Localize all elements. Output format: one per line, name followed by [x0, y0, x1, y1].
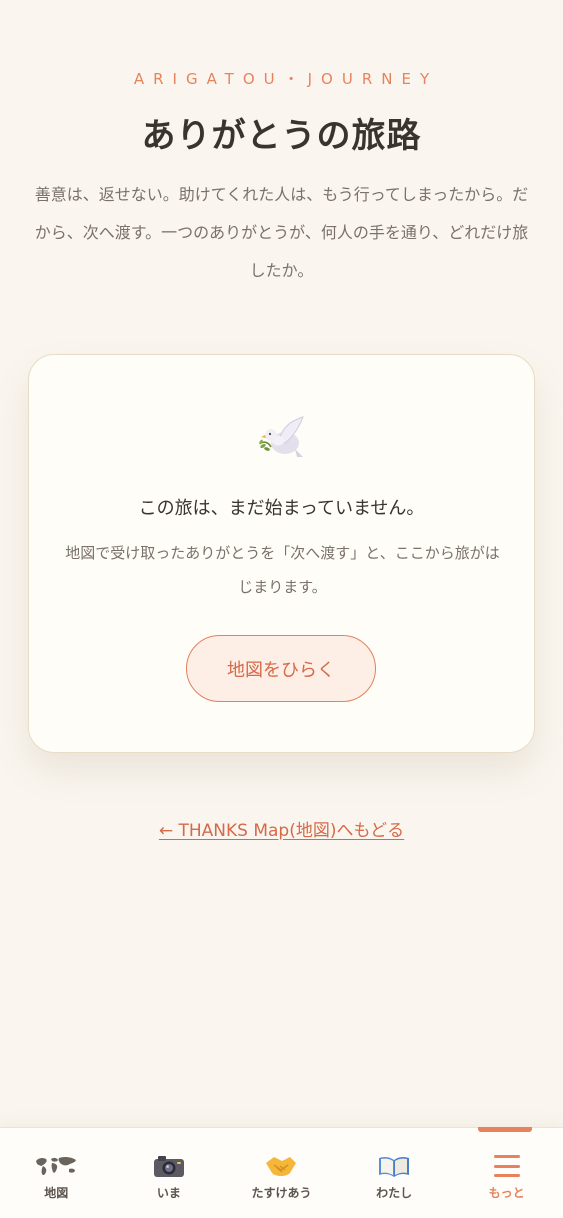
world-map-icon	[34, 1150, 78, 1182]
back-to-map-link[interactable]: ← THANKS Map(地図)へもどる	[0, 816, 563, 841]
tab-label-map: 地図	[44, 1186, 69, 1200]
menu-icon	[493, 1150, 520, 1182]
tab-label-now: いま	[156, 1186, 181, 1200]
tab-label-me: わたし	[376, 1186, 413, 1200]
dove-icon	[29, 413, 534, 463]
tab-more[interactable]: もっと	[450, 1127, 563, 1218]
tab-now[interactable]: いま	[113, 1128, 226, 1218]
empty-state-body: 地図で受け取ったありがとうを「次へ渡す」と、ここから旅がはじまります。	[65, 544, 500, 596]
tab-label-more: もっと	[488, 1186, 525, 1200]
open-map-button[interactable]: 地図をひらく	[186, 635, 376, 702]
journey-page: ARIGATOU・JOURNEY ありがとうの旅路 善意は、返せない。助けてくれ…	[0, 0, 563, 1218]
tab-me[interactable]: わたし	[338, 1128, 451, 1218]
empty-state-heading: この旅は、まだ始まっていません。	[138, 498, 425, 519]
page-eyebrow: ARIGATOU・JOURNEY	[133, 70, 439, 88]
bottom-tab-bar: 地図 いま たすけあう わたし もっと	[0, 1127, 563, 1218]
page-lead: 善意は、返せない。助けてくれた人は、もう行ってしまったから。だから、次へ渡す。一…	[34, 185, 529, 280]
tab-label-help: たすけあう	[251, 1186, 312, 1200]
empty-journey-card: この旅は、まだ始まっていません。 地図で受け取ったありがとうを「次へ渡す」と、こ…	[28, 354, 535, 753]
tab-help[interactable]: たすけあう	[225, 1128, 338, 1218]
page-title: ありがとうの旅路	[141, 116, 422, 156]
handshake-icon	[264, 1150, 298, 1182]
camera-icon	[152, 1150, 186, 1182]
open-book-icon	[377, 1150, 411, 1182]
tab-map[interactable]: 地図	[0, 1128, 113, 1218]
